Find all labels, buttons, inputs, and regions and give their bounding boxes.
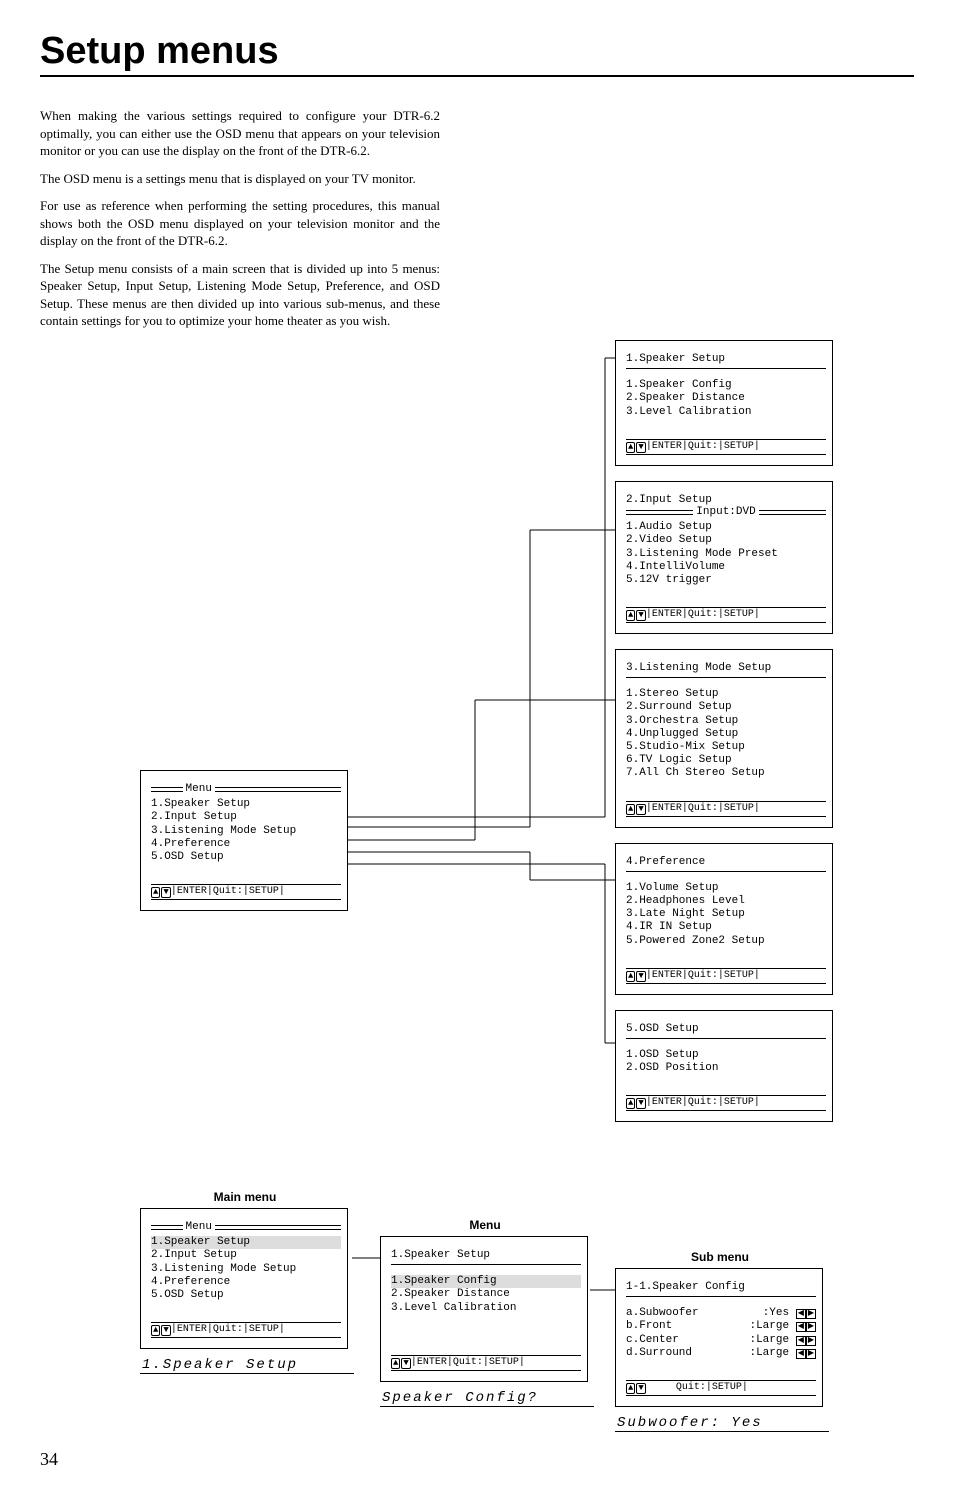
- osd-speaker-setup-selected: 1.Speaker Setup 1.Speaker Config 2.Speak…: [380, 1236, 588, 1382]
- paragraph: The OSD menu is a settings menu that is …: [40, 170, 440, 188]
- menu-item: 4.IntelliVolume: [626, 561, 826, 574]
- osd-footer: ▲▼|ENTER|Quit:|SETUP|: [626, 1095, 826, 1111]
- menu-item: 4.Unplugged Setup: [626, 728, 826, 741]
- menu-item: 2.Input Setup: [151, 811, 341, 824]
- menu-item: 1.Speaker Setup: [151, 798, 341, 811]
- osd-footer: ▲▼ Quit:|SETUP|: [626, 1380, 816, 1396]
- left-right-icon: ◀▶: [796, 1322, 816, 1332]
- menu-item: 1.Speaker Config: [626, 379, 826, 392]
- osd-main-menu: Menu 1.Speaker Setup 2.Input Setup 3.Lis…: [140, 770, 348, 911]
- osd-osd-setup: 5.OSD Setup 1.OSD Setup 2.OSD Position ▲…: [615, 1010, 833, 1123]
- up-down-keys-icon: ▲▼: [151, 1325, 171, 1336]
- left-right-icon: ◀▶: [796, 1309, 816, 1319]
- lcd-display: Subwoofer: Yes: [615, 1413, 829, 1432]
- osd-header: 5.OSD Setup: [626, 1023, 826, 1036]
- osd-footer: ▲▼|ENTER|Quit:|SETUP|: [626, 968, 826, 984]
- menu-item: 3.Level Calibration: [626, 406, 826, 419]
- menu-hierarchy-diagram: Menu 1.Speaker Setup 2.Input Setup 3.Lis…: [40, 340, 914, 1170]
- menu-item: 1.Stereo Setup: [626, 688, 826, 701]
- osd-header: Menu: [186, 1221, 212, 1234]
- menu-item: 2.Headphones Level: [626, 895, 826, 908]
- menu-item: 1.OSD Setup: [626, 1049, 826, 1062]
- menu-item: 2.Speaker Distance: [626, 392, 826, 405]
- menu-item: 2.Input Setup: [151, 1249, 341, 1262]
- up-down-keys-icon: ▲▼: [626, 610, 646, 621]
- config-row: d.Surround:Large ◀▶: [626, 1347, 816, 1360]
- lcd-display: Speaker Config?: [380, 1388, 594, 1407]
- menu-item: 3.Late Night Setup: [626, 908, 826, 921]
- intro-text: When making the various settings require…: [40, 107, 440, 330]
- osd-listening-mode-setup: 3.Listening Mode Setup 1.Stereo Setup 2.…: [615, 649, 833, 828]
- osd-main-selected: Menu 1.Speaker Setup 2.Input Setup 3.Lis…: [140, 1208, 348, 1349]
- page-title: Setup menus: [40, 30, 914, 77]
- up-down-keys-icon: ▲▼: [391, 1358, 411, 1369]
- menu-item: 3.Listening Mode Setup: [151, 1263, 341, 1276]
- menu-item: 3.Listening Mode Preset: [626, 548, 826, 561]
- menu-item: 5.Studio-Mix Setup: [626, 741, 826, 754]
- menu-item: 1.Audio Setup: [626, 521, 826, 534]
- osd-footer: ▲▼|ENTER|Quit:|SETUP|: [151, 884, 341, 900]
- osd-header: 1.Speaker Setup: [626, 353, 826, 366]
- osd-footer: ▲▼|ENTER|Quit:|SETUP|: [626, 801, 826, 817]
- caption-sub: Sub menu: [615, 1250, 825, 1264]
- osd-footer: ▲▼|ENTER|Quit:|SETUP|: [151, 1322, 341, 1338]
- menu-item: 6.TV Logic Setup: [626, 754, 826, 767]
- osd-speaker-setup: 1.Speaker Setup 1.Speaker Config 2.Speak…: [615, 340, 833, 466]
- menu-item: 4.Preference: [151, 838, 341, 851]
- menu-item: 2.Video Setup: [626, 534, 826, 547]
- menu-item-selected: 1.Speaker Config: [391, 1275, 581, 1288]
- menu-item: 5.12V trigger: [626, 574, 826, 587]
- menu-item: 3.Listening Mode Setup: [151, 825, 341, 838]
- menu-item: 5.OSD Setup: [151, 1289, 341, 1302]
- osd-footer: ▲▼|ENTER|Quit:|SETUP|: [391, 1355, 581, 1371]
- left-right-icon: ◀▶: [796, 1336, 816, 1346]
- menu-item: 2.Speaker Distance: [391, 1288, 581, 1301]
- menu-item: 4.Preference: [151, 1276, 341, 1289]
- menu-item: 3.Level Calibration: [391, 1302, 581, 1315]
- page-number: 34: [40, 1449, 58, 1470]
- up-down-keys-icon: ▲▼: [626, 442, 646, 453]
- paragraph: The Setup menu consists of a main screen…: [40, 260, 440, 330]
- osd-speaker-config: 1-1.Speaker Config a.Subwoofer:Yes ◀▶ b.…: [615, 1268, 823, 1407]
- paragraph: For use as reference when performing the…: [40, 197, 440, 250]
- lcd-display: 1.Speaker Setup: [140, 1355, 354, 1374]
- osd-subheader: Input:DVD: [696, 506, 755, 519]
- osd-header: 1.Speaker Setup: [391, 1249, 581, 1262]
- menu-item: 2.Surround Setup: [626, 701, 826, 714]
- config-row: c.Center:Large ◀▶: [626, 1334, 816, 1347]
- config-row: b.Front:Large ◀▶: [626, 1320, 816, 1333]
- up-down-keys-icon: ▲▼: [626, 804, 646, 815]
- menu-item-selected: 1.Speaker Setup: [151, 1236, 341, 1249]
- menu-item: 5.OSD Setup: [151, 851, 341, 864]
- caption-main: Main menu: [140, 1190, 350, 1204]
- config-row: a.Subwoofer:Yes ◀▶: [626, 1307, 816, 1320]
- osd-footer: ▲▼|ENTER|Quit:|SETUP|: [626, 607, 826, 623]
- osd-preference: 4.Preference 1.Volume Setup 2.Headphones…: [615, 843, 833, 995]
- osd-input-setup: 2.Input Setup Input:DVD 1.Audio Setup 2.…: [615, 481, 833, 634]
- caption-menu: Menu: [380, 1218, 590, 1232]
- left-right-icon: ◀▶: [796, 1349, 816, 1359]
- menu-item: 3.Orchestra Setup: [626, 715, 826, 728]
- osd-header: 1-1.Speaker Config: [626, 1281, 816, 1294]
- menu-item: 2.OSD Position: [626, 1062, 826, 1075]
- osd-header: 3.Listening Mode Setup: [626, 662, 826, 675]
- menu-item: 5.Powered Zone2 Setup: [626, 935, 826, 948]
- paragraph: When making the various settings require…: [40, 107, 440, 160]
- menu-item: 4.IR IN Setup: [626, 921, 826, 934]
- osd-footer: ▲▼|ENTER|Quit:|SETUP|: [626, 439, 826, 455]
- osd-header: 4.Preference: [626, 856, 826, 869]
- up-down-keys-icon: ▲▼: [626, 1098, 646, 1109]
- menu-item: 1.Volume Setup: [626, 882, 826, 895]
- menu-item: 7.All Ch Stereo Setup: [626, 767, 826, 780]
- example-flow: Main menu Menu 1.Speaker Setup 2.Input S…: [40, 1190, 914, 1470]
- up-down-keys-icon: ▲▼: [151, 887, 171, 898]
- up-down-keys-icon: ▲▼: [626, 971, 646, 982]
- up-down-keys-icon: ▲▼: [626, 1383, 646, 1394]
- osd-header: Menu: [186, 783, 212, 796]
